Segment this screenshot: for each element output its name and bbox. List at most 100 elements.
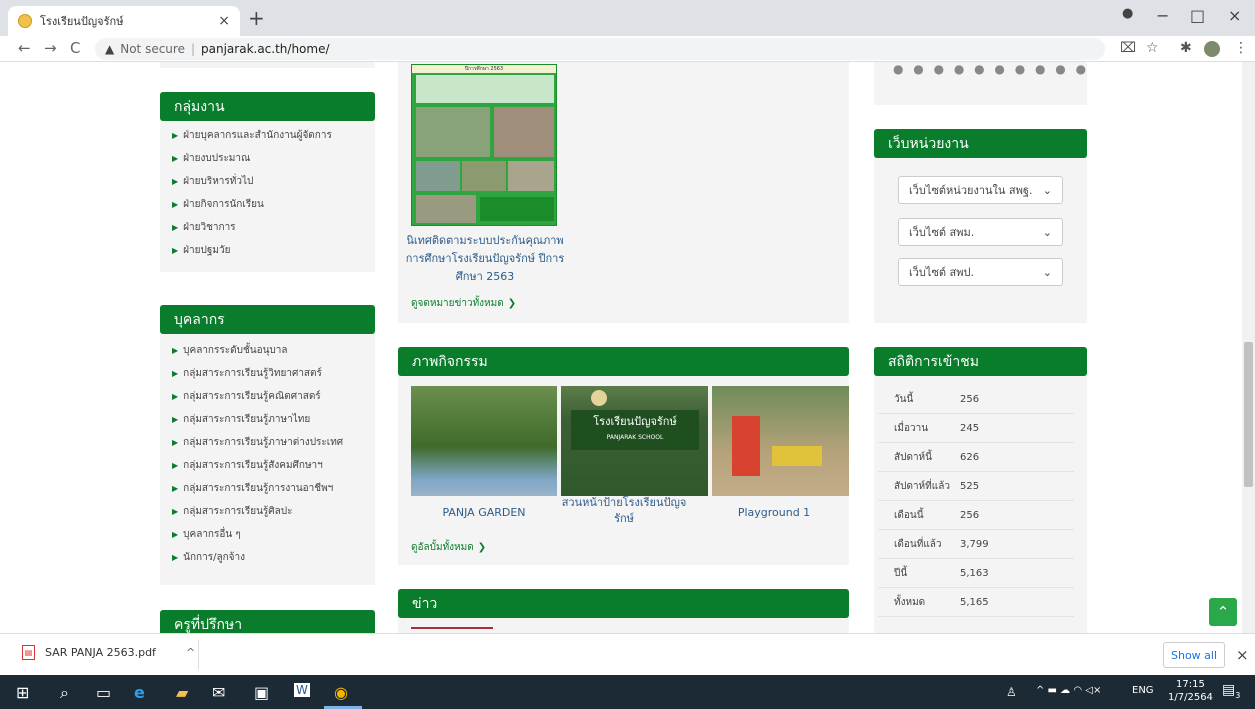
menu-kebab-icon[interactable]: ⋮	[1234, 40, 1248, 56]
warning-icon: ▲	[105, 42, 115, 56]
list-item[interactable]: ▶ นักการ/ลูกจ้าง	[172, 546, 343, 569]
arrow-right-icon: ▶	[172, 461, 179, 470]
newsletter-poster-image[interactable]: ปีการศึกษา 2563	[411, 64, 557, 226]
reload-button[interactable]: C	[70, 39, 80, 57]
poster-photo	[462, 161, 506, 191]
tab-close-icon[interactable]: ×	[218, 13, 230, 29]
news-heading: ข่าว	[398, 589, 849, 618]
not-secure-label[interactable]: Not secure	[120, 42, 185, 56]
activity-caption[interactable]: สวนหน้าป้ายโรงเรียนปัญจรักษ์	[561, 495, 687, 527]
poster-photo	[416, 195, 476, 223]
extensions-icon[interactable]: ✱	[1180, 40, 1192, 56]
word-icon[interactable]: W	[294, 683, 310, 697]
search-icon[interactable]: ⌕	[60, 683, 69, 703]
browser-tab[interactable]: โรงเรียนปัญจรักษ์ ×	[8, 6, 240, 36]
scroll-to-top-button[interactable]: ⌃	[1209, 598, 1237, 626]
close-window-button[interactable]: ×	[1228, 6, 1241, 25]
stats-heading: สถิติการเข้าชม	[874, 347, 1087, 376]
list-item[interactable]: ▶ กลุ่มสาระการเรียนรู้ศิลปะ	[172, 500, 343, 523]
list-item[interactable]: ▶ กลุ่มสาระการเรียนรู้คณิตศาสตร์	[172, 385, 343, 408]
back-button[interactable]: ←	[18, 39, 31, 57]
avatar[interactable]	[1204, 41, 1220, 57]
download-menu-chevron-icon[interactable]: ^	[186, 646, 195, 659]
bookmark-star-icon[interactable]: ☆	[1146, 40, 1159, 56]
poster-footer	[480, 197, 554, 221]
list-item[interactable]: ▶ ฝ่ายวิชาการ	[172, 216, 332, 239]
notifications-icon[interactable]: ▤3	[1222, 682, 1240, 700]
list-item[interactable]: ▶ กลุ่มสาระการเรียนรู้ภาษาต่างประเทศ	[172, 431, 343, 454]
url-text[interactable]: panjarak.ac.th/home/	[201, 42, 330, 56]
arrow-right-icon: ▶	[172, 131, 179, 140]
store-icon[interactable]: ▣	[254, 683, 269, 702]
playground-slide	[772, 446, 822, 466]
activity-caption[interactable]: Playground 1	[712, 505, 836, 521]
edge-browser-icon[interactable]: e	[134, 683, 145, 702]
select-secondary-sites[interactable]: เว็บไซต์ สพม. ⌄	[898, 218, 1063, 246]
arrow-right-icon: ▶	[172, 392, 179, 401]
school-emblem-icon	[591, 390, 607, 406]
list-item[interactable]: ▶ ฝ่ายปฐมวัย	[172, 239, 332, 262]
albums-more-link[interactable]: ดูอัลบั้มทั้งหมด ❯	[411, 540, 486, 555]
news-caption[interactable]: นิเทศติดตามระบบประกันคุณภาพการศึกษาโรงเร…	[405, 232, 565, 286]
select-obec-sites[interactable]: เว็บไซต์หน่วยงานใน สพฐ. ⌄	[898, 176, 1063, 204]
arrow-right-icon: ▶	[172, 530, 179, 539]
chevron-down-icon: ⌄	[1042, 225, 1052, 239]
activity-image-garden[interactable]	[411, 386, 557, 496]
system-tray-icons[interactable]: ^ ▬ ☁ ◠ ◁×	[1036, 685, 1101, 696]
poster-photo	[508, 161, 554, 191]
forward-button[interactable]: →	[44, 39, 57, 57]
translate-icon[interactable]: ⌧	[1120, 40, 1136, 56]
show-all-button[interactable]: Show all	[1163, 642, 1225, 668]
carousel-dots[interactable]: ● ● ● ● ● ● ● ● ● ●	[893, 62, 1089, 76]
select-primary-sites[interactable]: เว็บไซต์ สพป. ⌄	[898, 258, 1063, 286]
minimize-button[interactable]: −	[1156, 6, 1169, 25]
new-tab-button[interactable]: +	[248, 6, 265, 30]
profile-icon[interactable]: ●	[1122, 6, 1133, 21]
activity-caption[interactable]: PANJA GARDEN	[411, 505, 557, 521]
arrow-right-icon: ▶	[172, 200, 179, 209]
list-item[interactable]: ▶ กลุ่มสาระการเรียนรู้วิทยาศาสตร์	[172, 362, 343, 385]
stat-row: ทั้งหมด 5,165	[878, 588, 1074, 617]
activity-image-sign[interactable]: โรงเรียนปัญจรักษ์ PANJARAK SCHOOL	[561, 386, 708, 496]
stat-row: เดือนที่แล้ว 3,799	[878, 530, 1074, 559]
language-indicator[interactable]: ENG	[1132, 685, 1154, 696]
clock-time: 17:15	[1176, 679, 1205, 690]
windows-taskbar: ⊞ ⌕ ▭ e ▰ ✉ ▣ W ◉ ♙ ^ ▬ ☁ ◠ ◁× ENG 17:15…	[0, 675, 1255, 709]
list-item[interactable]: ▶ กลุ่มสาระการเรียนรู้ภาษาไทย	[172, 408, 343, 431]
windows-start-icon[interactable]: ⊞	[16, 683, 29, 702]
download-filename[interactable]: SAR PANJA 2563.pdf	[45, 646, 156, 659]
clock[interactable]: 17:15 1/7/2564	[1168, 678, 1213, 704]
list-item[interactable]: ▶ ฝ่ายบริหารทั่วไป	[172, 170, 332, 193]
playground-structure	[732, 416, 760, 476]
list-item[interactable]: ▶ บุคลากรอื่น ๆ	[172, 523, 343, 546]
list-item[interactable]: ▶ ฝ่ายกิจการนักเรียน	[172, 193, 332, 216]
mail-icon[interactable]: ✉	[212, 683, 225, 702]
list-item[interactable]: ▶ บุคลากรระดับชั้นอนุบาล	[172, 339, 343, 362]
arrow-right-icon: ▶	[172, 369, 179, 378]
download-item[interactable]: ▤ SAR PANJA 2563.pdf ^	[22, 645, 195, 660]
list-item[interactable]: ▶ ฝ่ายงบประมาณ	[172, 147, 332, 170]
address-toolbar: ← → C ▲ Not secure | panjarak.ac.th/home…	[0, 36, 1255, 62]
arrow-right-icon: ▶	[172, 438, 179, 447]
site-favicon-icon	[18, 14, 32, 28]
url-bar[interactable]: ▲ Not secure | panjarak.ac.th/home/	[95, 38, 1105, 60]
close-downloads-button[interactable]: ×	[1236, 646, 1249, 664]
stat-row: ปีนี้ 5,163	[878, 559, 1074, 588]
scrollbar-thumb[interactable]	[1244, 342, 1253, 487]
news-more-link[interactable]: ดูจดหมายข่าวทั้งหมด ❯	[411, 296, 516, 311]
chevron-down-icon: ⌄	[1042, 265, 1052, 279]
task-view-icon[interactable]: ▭	[96, 683, 111, 702]
clock-date: 1/7/2564	[1168, 692, 1213, 703]
list-item[interactable]: ▶ ฝ่ายบุคลากรและสำนักงานผู้จัดการ	[172, 124, 332, 147]
people-icon[interactable]: ♙	[1006, 685, 1017, 699]
sidebar-top-panel	[160, 62, 375, 68]
list-item[interactable]: ▶ กลุ่มสาระการเรียนรู้สังคมศึกษาฯ	[172, 454, 343, 477]
activity-image-playground[interactable]	[712, 386, 849, 496]
list-item[interactable]: ▶ กลุ่มสาระการเรียนรู้การงานอาชีพฯ	[172, 477, 343, 500]
groups-list: ▶ ฝ่ายบุคลากรและสำนักงานผู้จัดการ ▶ ฝ่ายงบ…	[172, 124, 332, 262]
file-explorer-icon[interactable]: ▰	[176, 683, 188, 702]
maximize-button[interactable]: □	[1190, 6, 1205, 25]
chevron-up-icon: ⌃	[1216, 603, 1230, 621]
chrome-icon[interactable]: ◉	[334, 683, 348, 702]
arrow-right-icon: ▶	[172, 507, 179, 516]
